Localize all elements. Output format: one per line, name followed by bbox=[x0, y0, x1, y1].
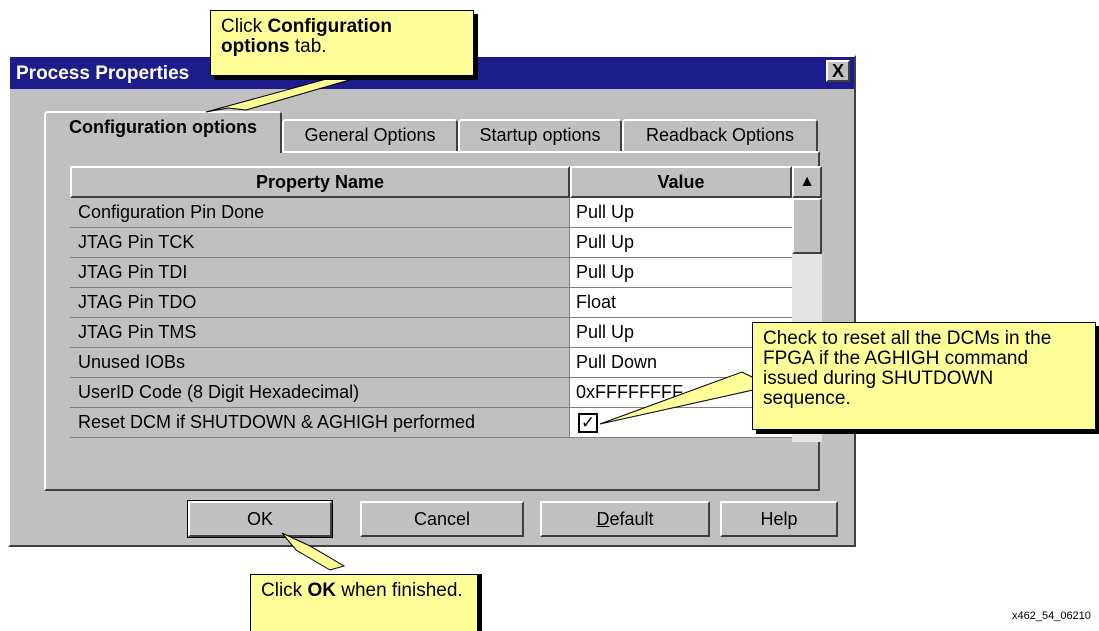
tab-callout-pointer bbox=[205, 71, 371, 113]
callout-text-bold: OK bbox=[307, 580, 336, 601]
callout-ok: Click OK when finished. bbox=[250, 574, 478, 631]
callout-configuration-tab: Click Configuration options tab. bbox=[210, 10, 474, 76]
callout-text: Click bbox=[261, 580, 308, 601]
callout-text: Click bbox=[221, 16, 268, 37]
ok-callout-pointer bbox=[281, 532, 346, 571]
callout-text: when finished. bbox=[335, 580, 463, 601]
callout-pointers bbox=[205, 71, 763, 571]
callout-text: tab. bbox=[289, 36, 327, 57]
callout-reset-dcm: Check to reset all the DCMs in the FPGA … bbox=[752, 322, 1096, 430]
checkbox-callout-pointer bbox=[599, 371, 763, 425]
